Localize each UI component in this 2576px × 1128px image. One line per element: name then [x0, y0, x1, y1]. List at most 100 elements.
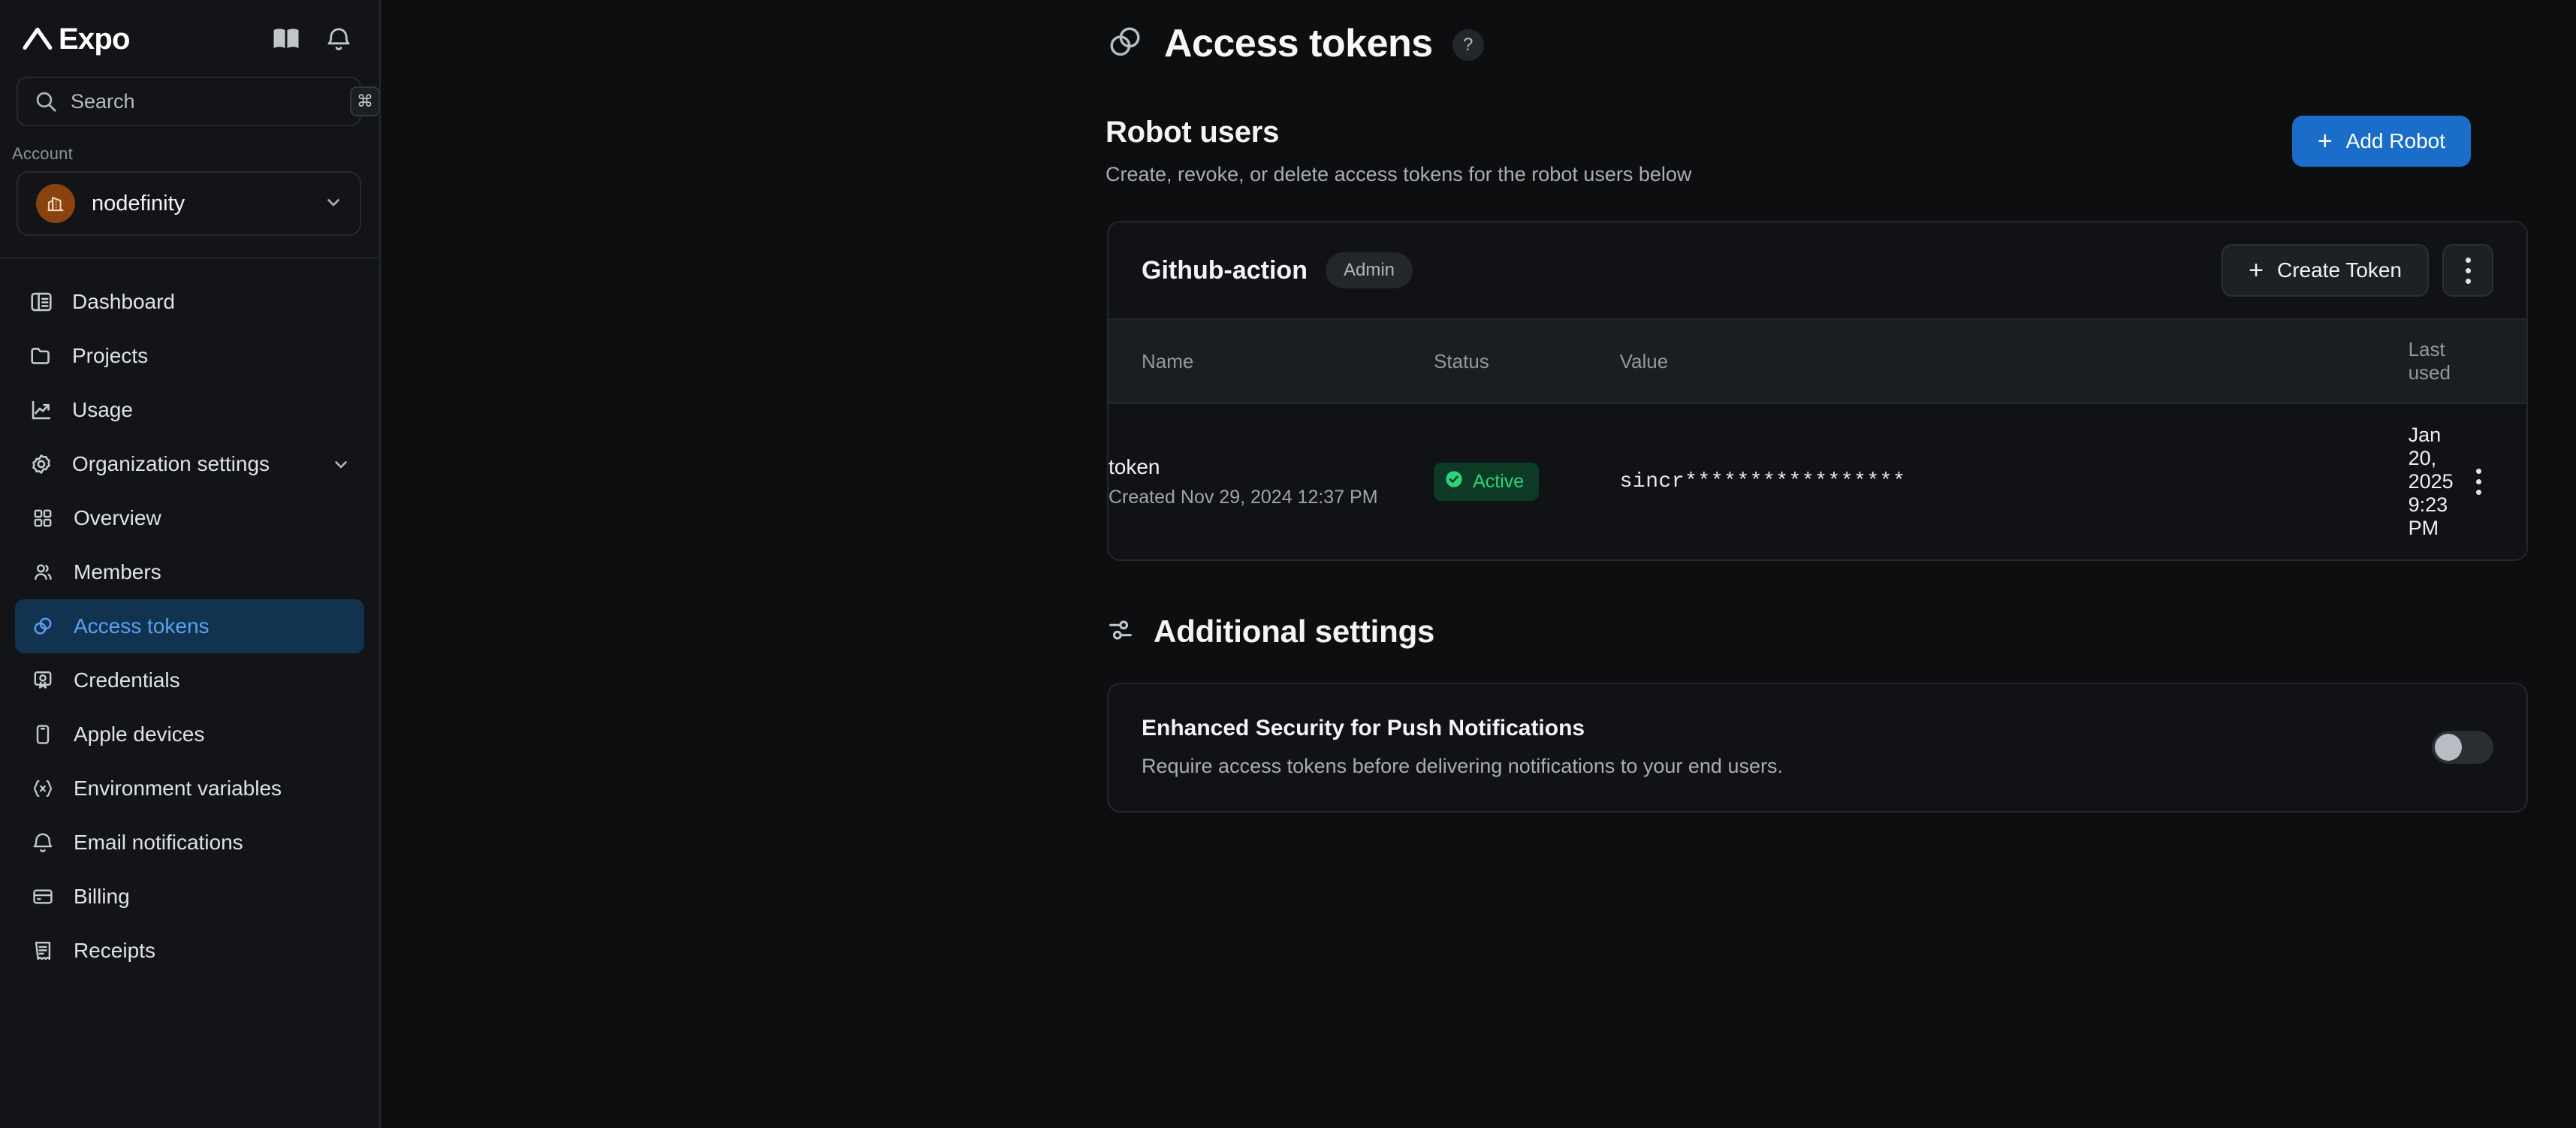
plus-icon: +	[2318, 128, 2333, 154]
sidebar-item-label: Environment variables	[74, 777, 282, 801]
token-actions-cell	[2454, 403, 2526, 559]
column-header-actions	[2454, 319, 2526, 403]
tokens-table-body: token Created Nov 29, 2024 12:37 PM	[1109, 403, 2526, 559]
robot-user-overflow-menu-button[interactable]	[2442, 244, 2493, 297]
robot-user-card: Github-action Admin + Create Token Name	[1107, 221, 2528, 561]
column-header-status: Status	[1434, 319, 1620, 403]
bell-icon[interactable]	[327, 26, 351, 53]
brand-logo[interactable]: Expo	[23, 23, 130, 55]
chevron-down-icon[interactable]	[331, 454, 351, 474]
sidebar-item-dashboard[interactable]: Dashboard	[15, 275, 364, 329]
sidebar-item-apple-devices[interactable]: Apple devices	[15, 707, 364, 762]
chevron-down-icon	[324, 192, 343, 216]
sidebar-item-label: Projects	[72, 344, 148, 368]
sidebar-item-label: Apple devices	[74, 722, 204, 746]
setting-description: Require access tokens before delivering …	[1142, 755, 1783, 778]
add-robot-button[interactable]: + Add Robot	[2292, 116, 2471, 167]
mobile-device-icon	[30, 722, 56, 747]
enhanced-security-setting-card: Enhanced Security for Push Notifications…	[1107, 683, 2528, 813]
sidebar-item-label: Organization settings	[72, 452, 270, 476]
sidebar-item-usage[interactable]: Usage	[15, 383, 364, 437]
account-switcher[interactable]: nodefinity	[17, 171, 361, 236]
search-shortcut: ⌘ K	[350, 86, 381, 116]
bell-icon	[30, 830, 56, 855]
create-token-label: Create Token	[2277, 258, 2402, 282]
status-badge-label: Active	[1473, 471, 1524, 493]
sidebar-item-organization-settings[interactable]: Organization settings	[15, 437, 364, 491]
docs-book-icon[interactable]	[273, 28, 300, 50]
token-row-menu-button[interactable]	[2454, 469, 2526, 495]
token-name: token	[1109, 455, 1434, 479]
certificate-icon	[30, 668, 56, 693]
access-tokens-rings-icon	[30, 614, 56, 639]
chart-line-icon	[29, 397, 54, 423]
search-input[interactable]	[71, 90, 336, 113]
users-icon	[30, 559, 56, 585]
sidebar-item-label: Dashboard	[72, 290, 175, 314]
token-status-cell: Active	[1434, 403, 1620, 559]
additional-settings-header: Additional settings	[381, 561, 2576, 650]
check-circle-icon	[1444, 469, 1464, 494]
sidebar-item-label: Overview	[74, 506, 161, 530]
sidebar-item-label: Receipts	[74, 939, 155, 963]
access-tokens-rings-icon	[1106, 23, 1145, 65]
sidebar-item-access-tokens[interactable]: Access tokens	[15, 599, 364, 653]
sidebar-item-receipts[interactable]: Receipts	[15, 924, 364, 978]
status-badge: Active	[1434, 463, 1539, 501]
token-name-cell: token Created Nov 29, 2024 12:37 PM	[1109, 403, 1434, 559]
sidebar-item-email-notifications[interactable]: Email notifications	[15, 816, 364, 870]
token-value: sincr*****************	[1620, 470, 1906, 493]
additional-settings-heading: Additional settings	[1154, 614, 1434, 650]
search-icon	[35, 90, 57, 113]
role-badge: Admin	[1326, 252, 1413, 288]
sidebar-nav: Dashboard Projects Usage	[0, 258, 379, 978]
grid-squares-icon	[30, 505, 56, 531]
account-name: nodefinity	[92, 192, 307, 216]
kebab-menu-icon	[2466, 258, 2471, 284]
app-root: Expo	[0, 0, 2576, 1128]
receipt-icon	[30, 938, 56, 964]
account-section-label: Account	[0, 126, 379, 171]
token-created: Created Nov 29, 2024 12:37 PM	[1109, 487, 1434, 508]
account-switcher-container: nodefinity	[0, 171, 379, 236]
robot-user-card-actions: + Create Token	[2222, 244, 2493, 297]
page-header: Access tokens ?	[381, 0, 2576, 66]
sidebar-item-projects[interactable]: Projects	[15, 329, 364, 383]
add-robot-label: Add Robot	[2346, 129, 2445, 153]
sidebar-item-billing[interactable]: Billing	[15, 870, 364, 924]
sidebar: Expo	[0, 0, 381, 1128]
help-icon[interactable]: ?	[1452, 29, 1484, 61]
organization-building-icon	[36, 184, 75, 223]
setting-title: Enhanced Security for Push Notifications	[1142, 716, 1783, 741]
sidebar-item-members[interactable]: Members	[15, 545, 364, 599]
robot-users-heading: Robot users	[1106, 116, 1691, 149]
column-header-name: Name	[1109, 319, 1434, 403]
main-content: Access tokens ? Robot users Create, revo…	[381, 0, 2576, 1128]
robot-users-heading-group: Robot users Create, revoke, or delete ac…	[1106, 116, 1691, 186]
robot-users-section-header: Robot users Create, revoke, or delete ac…	[381, 66, 2576, 186]
page-title: Access tokens	[1164, 21, 1433, 66]
token-value-cell: sincr*****************	[1620, 403, 2409, 559]
braces-variable-icon	[30, 776, 56, 801]
kebab-menu-icon	[2476, 469, 2481, 495]
sidebar-header: Expo	[0, 0, 379, 60]
enhanced-security-toggle[interactable]	[2432, 731, 2493, 764]
dashboard-panel-icon	[29, 289, 54, 315]
token-last-used: Jan 20, 2025 9:23 PM	[2409, 424, 2454, 539]
token-last-used-cell: Jan 20, 2025 9:23 PM	[2409, 403, 2454, 559]
credit-card-icon	[30, 884, 56, 909]
create-token-button[interactable]: + Create Token	[2222, 244, 2429, 297]
robot-user-name: Github-action	[1142, 256, 1308, 285]
toggle-knob	[2435, 734, 2462, 761]
sidebar-item-overview[interactable]: Overview	[15, 491, 364, 545]
sidebar-item-label: Billing	[74, 885, 130, 909]
sidebar-item-environment-variables[interactable]: Environment variables	[15, 762, 364, 816]
brand-name: Expo	[59, 24, 130, 54]
sliders-icon	[1106, 615, 1136, 649]
column-header-value: Value	[1620, 319, 2409, 403]
search-box[interactable]: ⌘ K	[17, 77, 361, 126]
sidebar-item-credentials[interactable]: Credentials	[15, 653, 364, 707]
sidebar-item-label: Email notifications	[74, 831, 243, 855]
enhanced-security-text-group: Enhanced Security for Push Notifications…	[1142, 716, 1783, 778]
column-header-last-used: Last used	[2409, 319, 2454, 403]
